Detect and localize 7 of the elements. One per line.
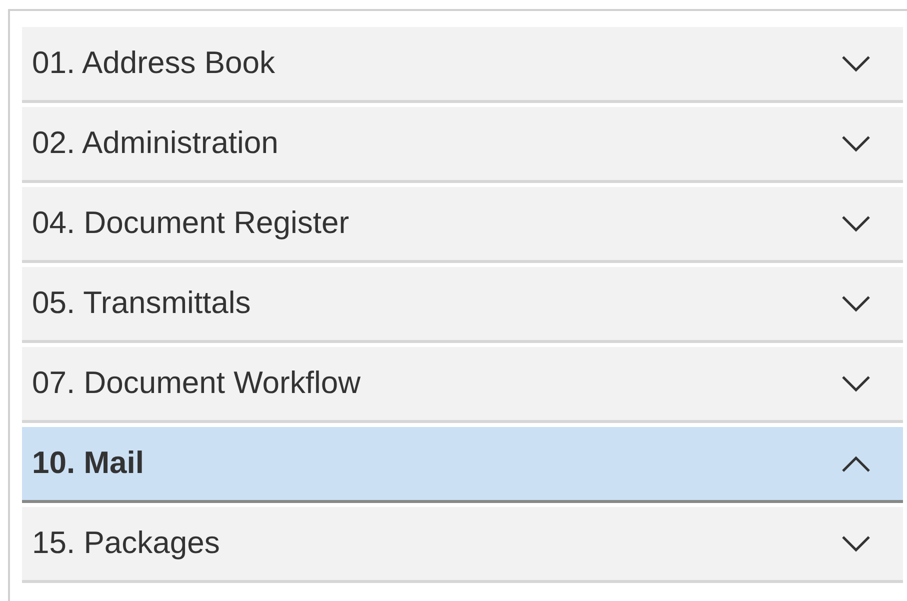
accordion-header[interactable]: 04. Document Register [22,187,903,263]
accordion-header[interactable]: 10. Mail [22,427,903,503]
accordion-header[interactable]: 01. Address Book [22,27,903,103]
accordion-header[interactable]: 02. Administration [22,107,903,183]
accordion-header[interactable]: 05. Transmittals [22,267,903,343]
accordion-header[interactable]: 07. Document Workflow [22,347,903,423]
accordion-header[interactable]: 15. Packages [22,507,903,583]
